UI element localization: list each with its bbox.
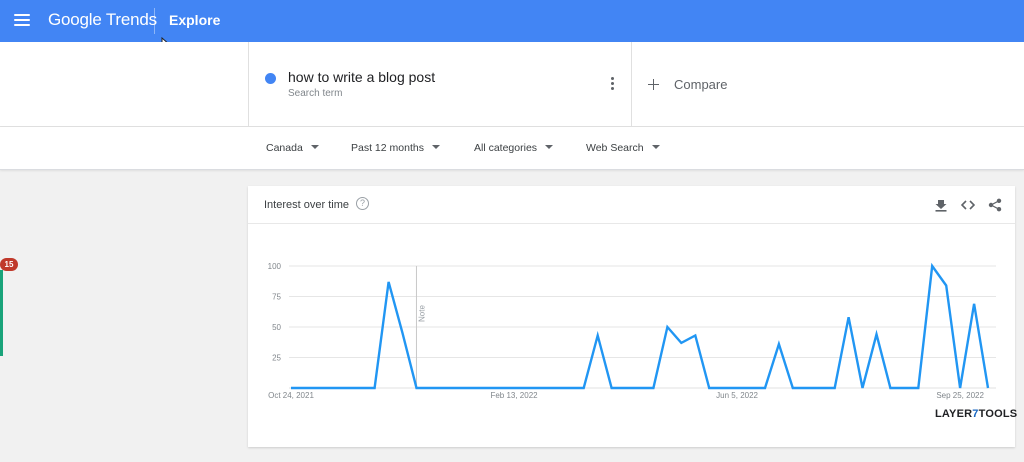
filter-category-label: All categories: [474, 142, 538, 154]
watermark-part3: TOOLS: [978, 408, 1018, 420]
app-bar: Google Trends Explore: [0, 0, 1024, 42]
appbar-divider: [154, 8, 155, 34]
explore-bar: how to write a blog post Search term Com…: [0, 42, 1024, 127]
y-tick-label: 25: [272, 354, 281, 363]
caret-down-icon: [431, 145, 440, 149]
interest-over-time-card: Interest over time ? 25 50 75 100 Note Oct 24…: [248, 186, 1017, 447]
hamburger-menu-icon[interactable]: [14, 14, 30, 26]
note-label: Note: [417, 305, 426, 322]
filter-region-label: Canada: [266, 142, 303, 154]
compare-label: Compare: [674, 77, 728, 92]
search-term-card[interactable]: how to write a blog post Search term: [248, 42, 632, 127]
x-tick-label: Sep 25, 2022: [936, 391, 984, 400]
card-title: Interest over time: [264, 199, 349, 211]
filter-region-dropdown[interactable]: Canada: [266, 142, 319, 154]
embed-code-icon[interactable]: [961, 198, 975, 212]
filter-search-type-label: Web Search: [586, 142, 644, 154]
y-tick-label: 100: [268, 262, 282, 271]
filter-time-label: Past 12 months: [351, 142, 424, 154]
term-color-dot: [265, 73, 276, 84]
plus-icon: [648, 79, 659, 90]
help-icon[interactable]: ?: [356, 197, 369, 210]
interest-line-chart: 25 50 75 100 Note Oct 24, 2021 Feb 13, 2022 Jun…: [268, 262, 996, 400]
search-term-label[interactable]: how to write a blog post: [288, 69, 435, 85]
card-header: Interest over time ?: [248, 186, 1015, 224]
x-tick-label: Jun 5, 2022: [716, 391, 758, 400]
filter-category-dropdown[interactable]: All categories: [474, 142, 554, 154]
notification-badge[interactable]: 15: [0, 258, 18, 271]
google-trends-logo[interactable]: Google Trends: [48, 10, 157, 30]
page-title: Explore: [169, 12, 221, 28]
filter-search-type-dropdown[interactable]: Web Search: [586, 142, 660, 154]
x-tick-label: Feb 13, 2022: [490, 391, 538, 400]
more-vert-icon[interactable]: [611, 77, 615, 91]
filter-bar: Canada Past 12 months All categories Web…: [0, 127, 1024, 170]
side-panel-edge: [0, 270, 3, 356]
watermark-logo: LAYER7TOOLS: [935, 408, 1017, 420]
x-tick-label: Oct 24, 2021: [268, 391, 314, 400]
watermark-part1: LAYER: [935, 408, 973, 420]
caret-down-icon: [545, 145, 554, 149]
download-icon[interactable]: [934, 198, 948, 212]
share-icon[interactable]: [988, 198, 1002, 212]
filter-time-dropdown[interactable]: Past 12 months: [351, 142, 440, 154]
y-tick-label: 50: [272, 323, 281, 332]
caret-down-icon: [310, 145, 319, 149]
search-term-type: Search term: [288, 88, 343, 99]
y-tick-label: 75: [272, 293, 281, 302]
caret-down-icon: [651, 145, 660, 149]
